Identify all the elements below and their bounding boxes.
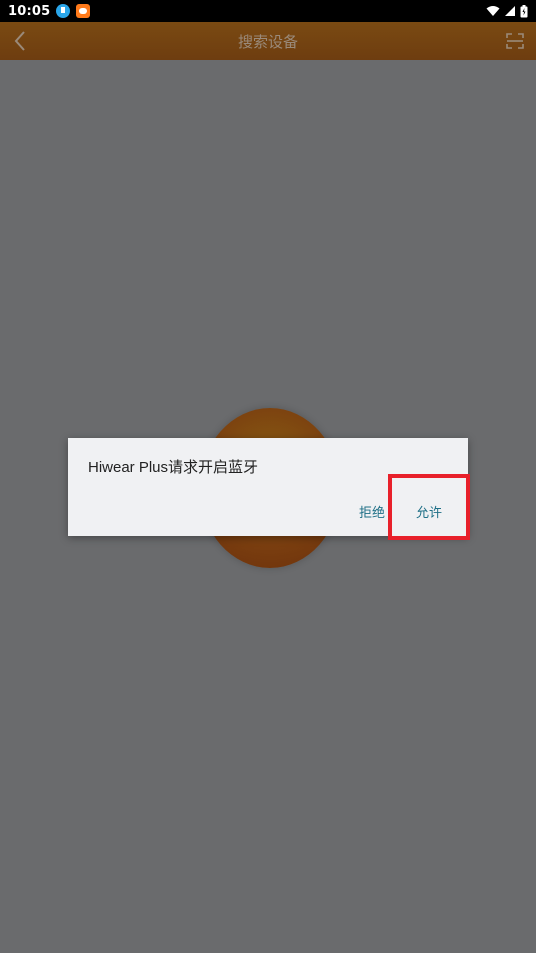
page-title: 搜索设备 xyxy=(237,32,298,51)
allow-button[interactable]: 允许 xyxy=(416,502,442,521)
scan-button[interactable] xyxy=(504,30,526,52)
chevron-left-icon xyxy=(14,31,25,51)
wifi-icon xyxy=(486,6,500,16)
dialog-message: Hiwear Plus请求开启蓝牙 xyxy=(88,459,259,476)
screen: 10:05 搜索设备 Hiwear Plus请求开启蓝牙 拒绝 允许 xyxy=(0,0,536,953)
download-icon xyxy=(56,4,71,18)
deny-button[interactable]: 拒绝 xyxy=(359,502,385,521)
app-bar: 搜索设备 xyxy=(0,22,536,60)
scan-icon xyxy=(506,33,524,49)
bluetooth-permission-dialog: Hiwear Plus请求开启蓝牙 拒绝 允许 xyxy=(68,438,468,536)
signal-icon xyxy=(505,6,515,16)
app-notification-icon xyxy=(76,4,91,18)
back-button[interactable] xyxy=(10,30,30,52)
status-bar: 10:05 xyxy=(0,0,536,22)
system-icons xyxy=(486,4,528,18)
notification-icons xyxy=(56,4,91,18)
battery-icon xyxy=(520,4,528,17)
status-time: 10:05 xyxy=(8,3,51,19)
